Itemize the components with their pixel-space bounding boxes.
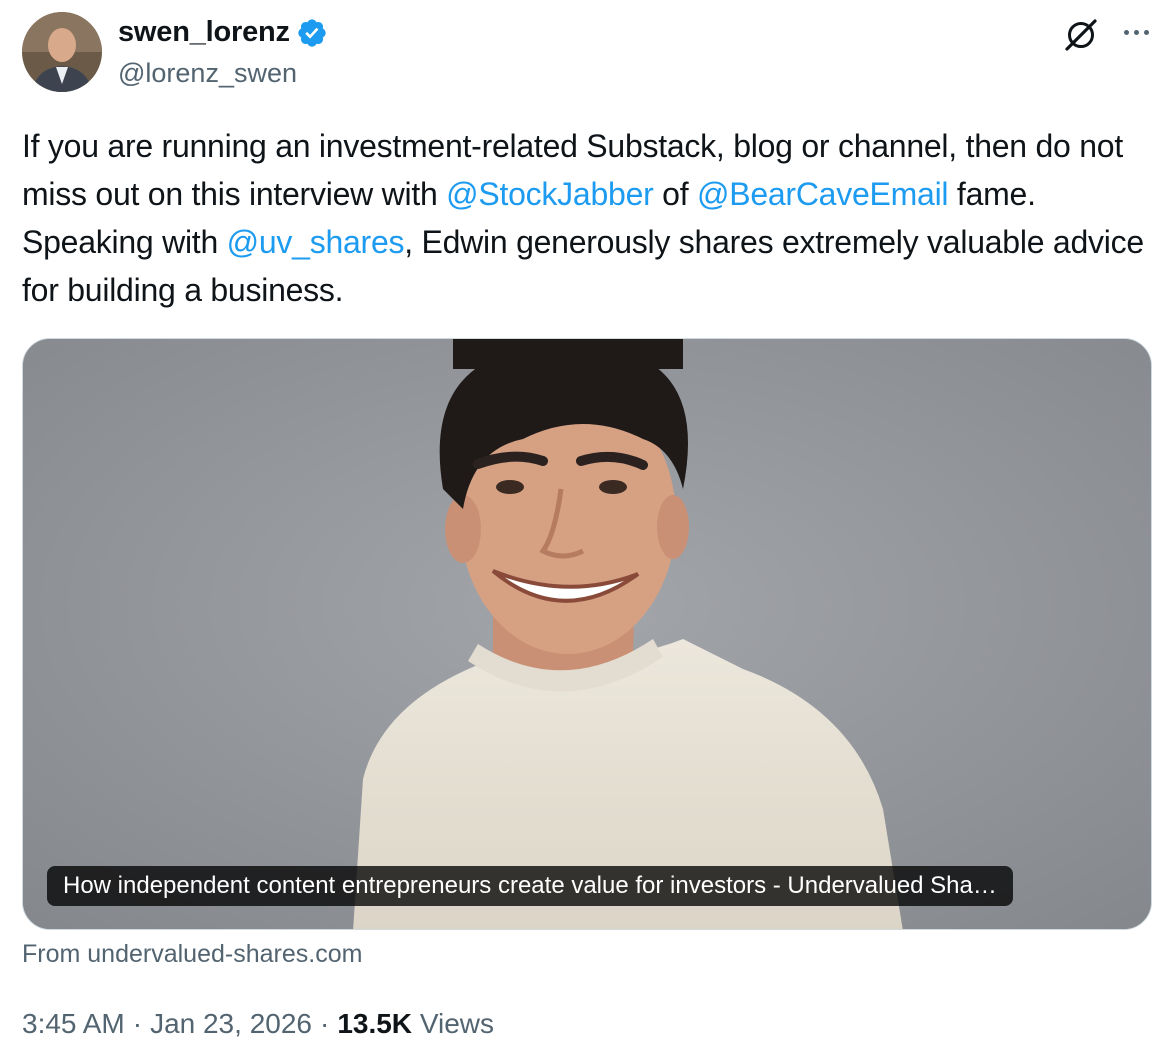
tweet: swen_lorenz @lorenz_swen If you are runn… xyxy=(0,0,1174,1064)
author-name-row: swen_lorenz xyxy=(118,16,328,49)
tweet-time[interactable]: 3:45 AM xyxy=(22,1008,125,1039)
tweet-date[interactable]: Jan 23, 2026 xyxy=(150,1008,312,1039)
meta-separator: · xyxy=(132,1008,143,1039)
verified-badge-icon[interactable] xyxy=(296,17,328,49)
card-image xyxy=(23,339,1151,929)
mention-bearcaveemail[interactable]: @BearCaveEmail xyxy=(697,176,949,212)
avatar-image xyxy=(22,12,102,92)
tweet-text: If you are running an investment-related… xyxy=(22,122,1162,314)
more-options-icon[interactable] xyxy=(1118,22,1154,42)
tweet-text-segment: of xyxy=(653,176,697,212)
card-source-link[interactable]: From undervalued-shares.com xyxy=(22,940,362,969)
link-card[interactable]: How independent content entrepreneurs cr… xyxy=(22,338,1152,930)
avatar[interactable] xyxy=(22,12,102,92)
card-title: How independent content entrepreneurs cr… xyxy=(47,866,1013,906)
mention-uv-shares[interactable]: @uv_shares xyxy=(227,224,405,260)
grok-icon[interactable] xyxy=(1062,16,1100,54)
views-count[interactable]: 13.5K xyxy=(337,1008,412,1039)
author-handle[interactable]: @lorenz_swen xyxy=(118,58,297,89)
display-name[interactable]: swen_lorenz xyxy=(118,16,290,49)
views-label: Views xyxy=(419,1008,494,1039)
meta-separator: · xyxy=(319,1008,330,1039)
mention-stockjabber[interactable]: @StockJabber xyxy=(446,176,654,212)
tweet-meta: 3:45 AM · Jan 23, 2026 · 13.5K Views xyxy=(22,1008,494,1040)
